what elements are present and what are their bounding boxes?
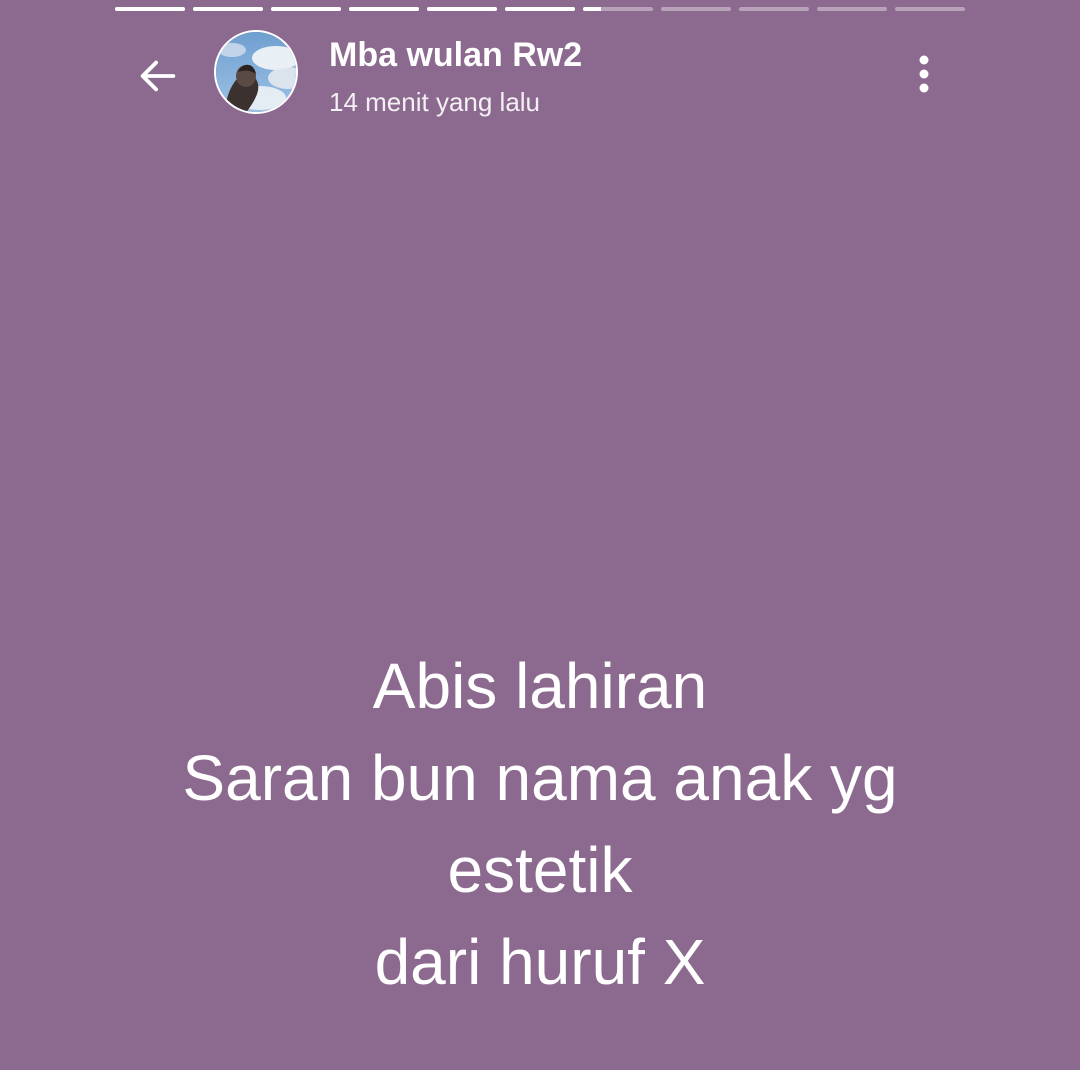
status-text: Abis lahiran Saran bun nama anak yg este… — [40, 640, 1040, 1008]
contact-name[interactable]: Mba wulan Rw2 — [329, 36, 582, 75]
status-text-line: Abis lahiran — [372, 650, 708, 722]
progress-segment — [505, 7, 575, 11]
status-text-line: Saran bun nama anak yg — [182, 742, 898, 814]
status-text-line: estetik — [447, 834, 633, 906]
progress-segment — [817, 7, 887, 11]
status-text-line: dari huruf X — [374, 926, 706, 998]
progress-segment-fill — [349, 7, 419, 11]
status-progress-bar — [115, 7, 965, 11]
more-options-button[interactable] — [900, 48, 948, 100]
progress-segment-fill — [583, 7, 601, 11]
progress-segment — [895, 7, 965, 11]
progress-segment — [115, 7, 185, 11]
progress-segment — [661, 7, 731, 11]
progress-segment-fill — [427, 7, 497, 11]
progress-segment — [739, 7, 809, 11]
status-timestamp: 14 menit yang lalu — [329, 87, 541, 117]
progress-segment — [193, 7, 263, 11]
progress-segment — [427, 7, 497, 11]
arrow-left-icon — [140, 60, 176, 92]
more-vertical-icon — [919, 55, 929, 93]
avatar[interactable] — [214, 30, 298, 114]
progress-segment — [583, 7, 653, 11]
avatar-photo — [216, 32, 296, 112]
progress-segment-fill — [115, 7, 185, 11]
progress-segment-fill — [505, 7, 575, 11]
back-button[interactable] — [130, 48, 186, 104]
progress-segment — [349, 7, 419, 11]
progress-segment-fill — [271, 7, 341, 11]
progress-segment — [271, 7, 341, 11]
progress-segment-fill — [193, 7, 263, 11]
status-header: Mba wulan Rw2 14 menit yang lalu — [0, 28, 1080, 118]
